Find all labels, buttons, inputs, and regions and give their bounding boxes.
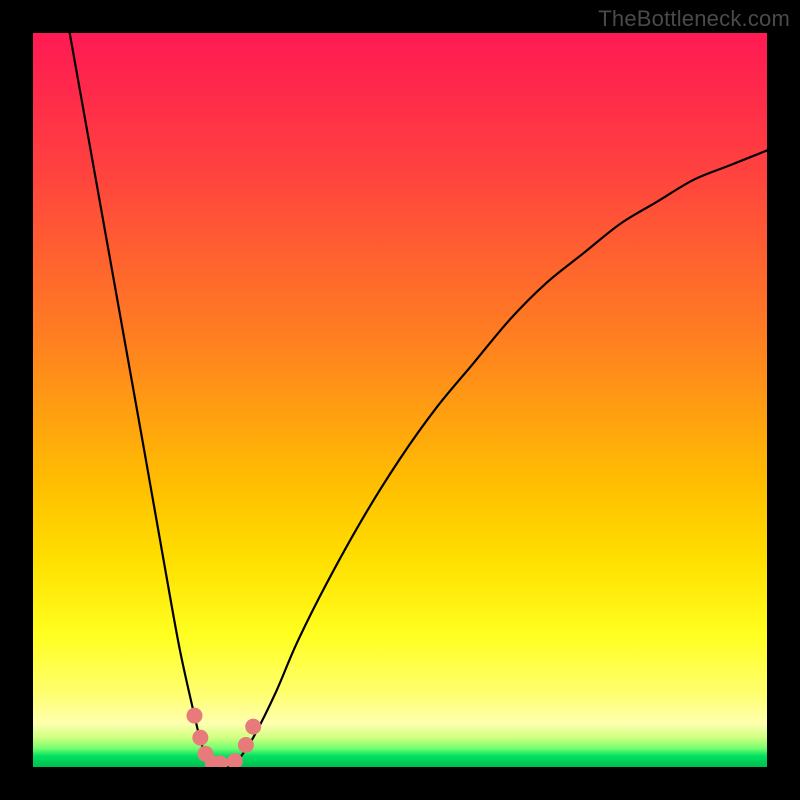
curve-marker xyxy=(227,753,243,767)
curve-marker xyxy=(186,708,202,724)
bottleneck-curve xyxy=(70,33,767,767)
plot-area xyxy=(33,33,767,767)
watermark-text: TheBottleneck.com xyxy=(598,6,790,32)
curve-marker xyxy=(238,737,254,753)
curve-markers xyxy=(186,708,261,767)
chart-frame: TheBottleneck.com xyxy=(0,0,800,800)
curve-marker xyxy=(245,719,261,735)
curve-marker xyxy=(192,730,208,746)
curve-layer xyxy=(33,33,767,767)
